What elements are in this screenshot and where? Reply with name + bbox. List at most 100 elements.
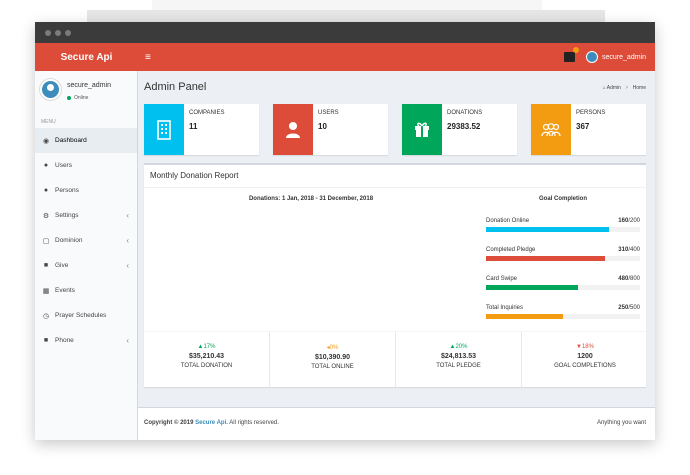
sidebar-item-users[interactable]: ● Users	[35, 153, 137, 178]
main-content: Admin Panel ⌂ Admin > Home COMPANIES 11 …	[138, 71, 655, 440]
goal-progress-fill	[486, 256, 606, 261]
user-icon: ●	[43, 162, 49, 169]
sidebar-item-persons[interactable]: ● Persons	[35, 178, 137, 203]
avatar[interactable]	[586, 51, 599, 63]
goal-progress-track	[486, 227, 640, 232]
brand-link[interactable]: Secure Api.	[195, 420, 228, 426]
info-box-value: 11	[189, 122, 198, 131]
stat-label: TOTAL ONLINE	[311, 364, 354, 370]
window-minimize-dot[interactable]	[55, 29, 61, 36]
stat-label: TOTAL DONATION	[180, 363, 233, 369]
user-status: Online	[67, 95, 88, 101]
browser-window: Secure Api ≡ secure_admin secure_admin O…	[35, 22, 655, 440]
gift-icon: ■	[43, 262, 49, 269]
info-box-value: 367	[576, 122, 590, 131]
menu-toggle-icon[interactable]: ≡	[145, 52, 151, 63]
background-window-back	[152, 0, 542, 10]
window-maximize-dot[interactable]	[65, 29, 71, 36]
breadcrumb-separator: >	[625, 85, 629, 91]
window-titlebar	[35, 22, 655, 43]
breadcrumb-home: Home	[632, 85, 646, 91]
report-divider	[144, 187, 646, 188]
goal-completed-pledge: Completed Pledge 310/400	[486, 247, 640, 267]
goal-label: Donation Online	[486, 218, 530, 224]
sidebar-item-label: Settings	[55, 212, 79, 219]
sidebar-item-label: Dashboard	[55, 137, 87, 144]
chevron-left-icon: ‹	[126, 261, 129, 270]
footer-tagline: Anything you want	[596, 420, 646, 426]
user-status-text: Online	[74, 95, 89, 101]
sidebar-item-label: Phone	[55, 337, 74, 344]
sidebar-user-name: secure_admin	[67, 82, 111, 89]
monthly-report-box: Monthly Donation Report Donations: 1 Jan…	[144, 163, 648, 390]
info-box-donations: DONATIONS 29383.52	[402, 104, 517, 155]
sidebar: secure_admin Online MENU ◉ Dashboard ● U…	[35, 71, 138, 440]
info-box-label: USERS	[318, 110, 339, 116]
app-logo[interactable]: Secure Api	[35, 52, 138, 63]
page-layout: secure_admin Online MENU ◉ Dashboard ● U…	[35, 71, 655, 440]
dashboard-icon: ◉	[42, 137, 50, 145]
info-box-persons: PERSONS 367	[531, 104, 646, 155]
goal-value: 480/800	[618, 276, 640, 282]
page-title: Admin Panel	[144, 81, 207, 93]
stat-amount: $24,813.53	[440, 353, 477, 360]
sidebar-item-dominion[interactable]: ▢ Dominion ‹	[35, 228, 137, 253]
goal-total-inquiries: Total Inquiries 250/500	[486, 305, 640, 325]
goal-label: Card Swipe	[486, 276, 518, 282]
stat-total-online: ◂0% $10,390.90 TOTAL ONLINE	[270, 332, 396, 390]
report-footer: ▲17% $35,210.43 TOTAL DONATION ◂0% $10,3…	[144, 331, 648, 390]
goal-value: 160/200	[618, 218, 640, 224]
navbar-right: secure_admin	[564, 43, 646, 71]
window-close-dot[interactable]	[45, 29, 51, 36]
info-box-label: PERSONS	[576, 110, 606, 116]
chevron-left-icon: ‹	[126, 336, 129, 345]
online-dot-icon	[67, 96, 71, 100]
sidebar-item-label: Persons	[55, 187, 79, 194]
goal-value: 310/400	[618, 247, 640, 253]
page-footer: Copyright © 2019 Secure Api. All rights …	[138, 407, 655, 440]
sidebar-user-panel: secure_admin Online	[35, 71, 137, 116]
user-icon	[273, 104, 313, 155]
info-box-users: USERS 10	[273, 104, 388, 155]
navbar-user-name[interactable]: secure_admin	[602, 54, 646, 61]
building-icon	[144, 104, 184, 155]
sidebar-item-label: Events	[55, 287, 75, 294]
sidebar-item-dashboard[interactable]: ◉ Dashboard	[35, 128, 137, 153]
stat-label: GOAL COMPLETIONS	[554, 363, 616, 369]
sidebar-item-events[interactable]: ▦ Events	[35, 278, 137, 303]
goal-label: Total Inquiries	[486, 305, 524, 311]
goal-progress-fill	[486, 227, 610, 232]
stat-amount: $35,210.43	[188, 353, 225, 360]
sidebar-item-label: Users	[55, 162, 72, 169]
sidebar-item-prayer-schedules[interactable]: ◷ Prayer Schedules	[35, 303, 137, 328]
info-box-value: 29383.52	[447, 122, 481, 131]
breadcrumb: ⌂ Admin > Home	[603, 85, 646, 91]
top-navbar: Secure Api ≡ secure_admin	[35, 43, 655, 71]
notifications-icon[interactable]	[564, 47, 580, 62]
user-avatar	[40, 79, 61, 100]
stat-amount: $10,390.90	[314, 354, 351, 361]
goal-progress-track	[486, 285, 640, 290]
sidebar-item-label: Give	[55, 262, 69, 269]
gear-icon: ⚙	[42, 212, 50, 220]
sidebar-item-settings[interactable]: ⚙ Settings ‹	[35, 203, 137, 228]
phone-icon: ■	[43, 337, 49, 344]
goal-progress-track	[486, 256, 640, 261]
sidebar-item-give[interactable]: ■ Give ‹	[35, 253, 137, 278]
sidebar-item-label: Prayer Schedules	[55, 312, 107, 319]
info-box-companies: COMPANIES 11	[144, 104, 259, 155]
goal-completion-title: Goal Completion	[539, 196, 587, 202]
background-window-middle	[87, 10, 605, 22]
clock-icon: ◷	[42, 312, 50, 320]
goal-donation-online: Donation Online 160/200	[486, 218, 640, 238]
info-box-label: COMPANIES	[189, 110, 225, 116]
sidebar-item-phone[interactable]: ■ Phone ‹	[35, 328, 137, 353]
stat-goal-completions: ▼18% 1200 GOAL COMPLETIONS	[522, 332, 648, 390]
gift-icon	[402, 104, 442, 155]
goal-label: Completed Pledge	[486, 247, 536, 253]
stat-percentage: ◂0%	[326, 345, 339, 351]
breadcrumb-admin[interactable]: Admin	[607, 85, 621, 91]
persons-icon: ●	[43, 187, 49, 194]
sidebar-item-label: Dominion	[55, 237, 83, 244]
notification-count-badge	[573, 47, 580, 53]
